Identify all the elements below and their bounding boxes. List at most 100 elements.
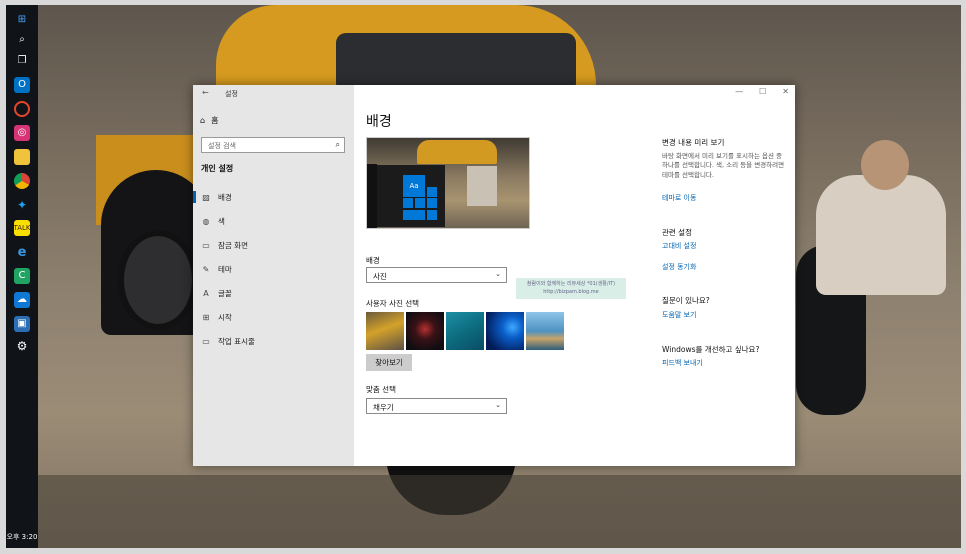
store-icon[interactable]: ▣ xyxy=(14,316,30,332)
font-icon: A xyxy=(203,288,209,298)
search-icon[interactable]: ⌕ xyxy=(14,32,30,48)
section-title: 개인 설정 xyxy=(201,164,234,173)
fit-value: 채우기 xyxy=(373,403,394,412)
related-settings-heading: 관련 설정 xyxy=(662,228,692,237)
theme-icon: ✎ xyxy=(202,264,210,274)
sidebar-item-home[interactable]: ⌂ 홈 xyxy=(200,115,218,126)
background-value: 사진 xyxy=(373,272,387,281)
settings-sidebar: ← 설정 ⌂ 홈 설정 검색 ⌕ 개인 설정 ▨ 배경 ◍ 색 ▭ 잠금 화면 … xyxy=(193,85,354,466)
start-icon: ⊞ xyxy=(202,312,210,322)
chevron-down-icon: ⌄ xyxy=(495,401,501,409)
kakaotalk-icon[interactable]: TALK xyxy=(14,220,31,236)
preview-description: 바탕 화면에서 미리 보기를 표시하는 옵션 중 하나를 선택합니다. 색, 소… xyxy=(662,152,785,179)
outlook-icon[interactable]: O xyxy=(14,77,30,93)
settings-window: ← 설정 ⌂ 홈 설정 검색 ⌕ 개인 설정 ▨ 배경 ◍ 색 ▭ 잠금 화면 … xyxy=(193,85,795,466)
theme-link[interactable]: 테마로 이동 xyxy=(662,193,696,203)
title-bar: ← 설정 xyxy=(193,85,354,101)
sidebar-item-background[interactable]: ▨ 배경 xyxy=(193,188,354,206)
sidebar-item-font[interactable]: A 글꼴 xyxy=(193,284,354,302)
cloud-icon[interactable]: ☁ xyxy=(14,292,30,308)
image-icon: ▨ xyxy=(202,192,210,202)
sidebar-item-color[interactable]: ◍ 색 xyxy=(193,212,354,230)
camtasia-icon[interactable]: C xyxy=(14,268,30,284)
settings-content: — ☐ ✕ 배경 Aa 배경 사진 ⌄ 참람이와 함께하는 리뷰세상 *01(생… xyxy=(354,85,795,466)
back-arrow-icon[interactable]: ← xyxy=(202,88,209,97)
truck-windshield xyxy=(336,33,576,93)
home-label: 홈 xyxy=(211,116,219,125)
choose-photo-label: 사용자 사진 선택 xyxy=(366,299,420,308)
taskbar-icon: ▭ xyxy=(202,336,210,346)
search-placeholder: 설정 검색 xyxy=(208,142,236,150)
chevron-down-icon: ⌄ xyxy=(495,270,501,278)
feedback-link[interactable]: 피드백 보내기 xyxy=(662,358,703,368)
high-contrast-link[interactable]: 고대비 설정 xyxy=(662,241,696,251)
taskbar: ⊞ ⌕ ❐ O ◎ ✦ TALK e C ☁ ▣ ⚙ 오후 3:20 xyxy=(6,5,38,548)
background-preview: Aa xyxy=(366,137,530,229)
preview-grille xyxy=(467,166,497,206)
truck-wheel xyxy=(118,230,198,330)
lock-screen-icon: ▭ xyxy=(202,240,210,250)
photo-thumbnail[interactable] xyxy=(526,312,564,350)
fit-label: 맞춤 선택 xyxy=(366,385,396,394)
minimize-button[interactable]: — xyxy=(735,87,743,96)
preview-tile xyxy=(415,198,425,208)
background-dropdown[interactable]: 사진 ⌄ xyxy=(366,267,507,283)
instagram-icon[interactable]: ◎ xyxy=(14,125,30,141)
sidebar-item-label: 작업 표시줄 xyxy=(218,336,255,346)
sidebar-item-label: 배경 xyxy=(218,192,232,202)
preview-taskbar xyxy=(367,164,377,228)
sidebar-item-taskbar[interactable]: ▭ 작업 표시줄 xyxy=(193,332,354,350)
chrome-icon[interactable] xyxy=(14,173,30,189)
sidebar-item-start[interactable]: ⊞ 시작 xyxy=(193,308,354,326)
preview-tile xyxy=(427,210,437,220)
maximize-button[interactable]: ☐ xyxy=(759,87,766,96)
question-heading: 질문이 있나요? xyxy=(662,296,710,305)
sidebar-item-theme[interactable]: ✎ 테마 xyxy=(193,260,354,278)
sidebar-item-label: 잠금 화면 xyxy=(218,240,248,250)
watermark-line: http://bizpam.blog.me xyxy=(543,288,599,295)
taskbar-clock[interactable]: 오후 3:20 xyxy=(6,532,38,542)
person-shirt xyxy=(816,175,946,295)
browse-button[interactable]: 찾아보기 xyxy=(366,354,412,371)
close-button[interactable]: ✕ xyxy=(782,87,789,96)
preview-tile xyxy=(403,210,425,220)
fit-dropdown[interactable]: 채우기 ⌄ xyxy=(366,398,507,414)
blog-watermark: 참람이와 함께하는 리뷰세상 *01(생활/IT) http://bizpam.… xyxy=(516,278,626,299)
twitter-icon[interactable]: ✦ xyxy=(14,197,30,213)
sidebar-item-label: 시작 xyxy=(218,312,232,322)
preview-tile xyxy=(427,187,437,197)
palette-icon: ◍ xyxy=(202,216,210,226)
sidebar-item-label: 색 xyxy=(218,216,225,226)
photo-thumbnail[interactable] xyxy=(366,312,404,350)
page-title: 배경 xyxy=(366,114,392,130)
search-icon[interactable]: ⌕ xyxy=(336,140,340,150)
preview-tile xyxy=(427,198,437,208)
sidebar-item-label: 글꼴 xyxy=(218,288,232,298)
photo-thumbnail[interactable] xyxy=(486,312,524,350)
photo-thumbnail[interactable] xyxy=(446,312,484,350)
preview-truck xyxy=(417,140,497,164)
preview-tile xyxy=(403,198,413,208)
settings-gear-icon[interactable]: ⚙ xyxy=(14,338,30,354)
sidebar-item-label: 테마 xyxy=(218,264,232,274)
sync-settings-link[interactable]: 설정 동기화 xyxy=(662,262,696,272)
ground-shadow xyxy=(6,475,961,548)
preview-heading: 변경 내용 미리 보기 xyxy=(662,138,725,147)
sidebar-item-lock-screen[interactable]: ▭ 잠금 화면 xyxy=(193,236,354,254)
photo-thumbnail[interactable] xyxy=(406,312,444,350)
improve-heading: Windows를 개선하고 싶나요? xyxy=(662,345,760,354)
window-title: 설정 xyxy=(225,90,238,98)
help-link[interactable]: 도움말 보기 xyxy=(662,310,696,320)
person-head xyxy=(861,140,909,190)
home-icon: ⌂ xyxy=(200,116,206,125)
file-explorer-icon[interactable] xyxy=(14,149,30,165)
preview-tile-aa: Aa xyxy=(403,175,425,197)
windows-start-icon[interactable]: ⊞ xyxy=(14,12,30,28)
window-controls: — ☐ ✕ xyxy=(735,87,789,96)
photo-icon[interactable] xyxy=(14,101,30,117)
background-label: 배경 xyxy=(366,256,380,265)
watermark-line: 참람이와 함께하는 리뷰세상 *01(생활/IT) xyxy=(526,281,616,287)
edge-icon[interactable]: e xyxy=(14,244,30,260)
task-view-icon[interactable]: ❐ xyxy=(14,53,30,69)
settings-search-input[interactable]: 설정 검색 ⌕ xyxy=(201,137,345,153)
